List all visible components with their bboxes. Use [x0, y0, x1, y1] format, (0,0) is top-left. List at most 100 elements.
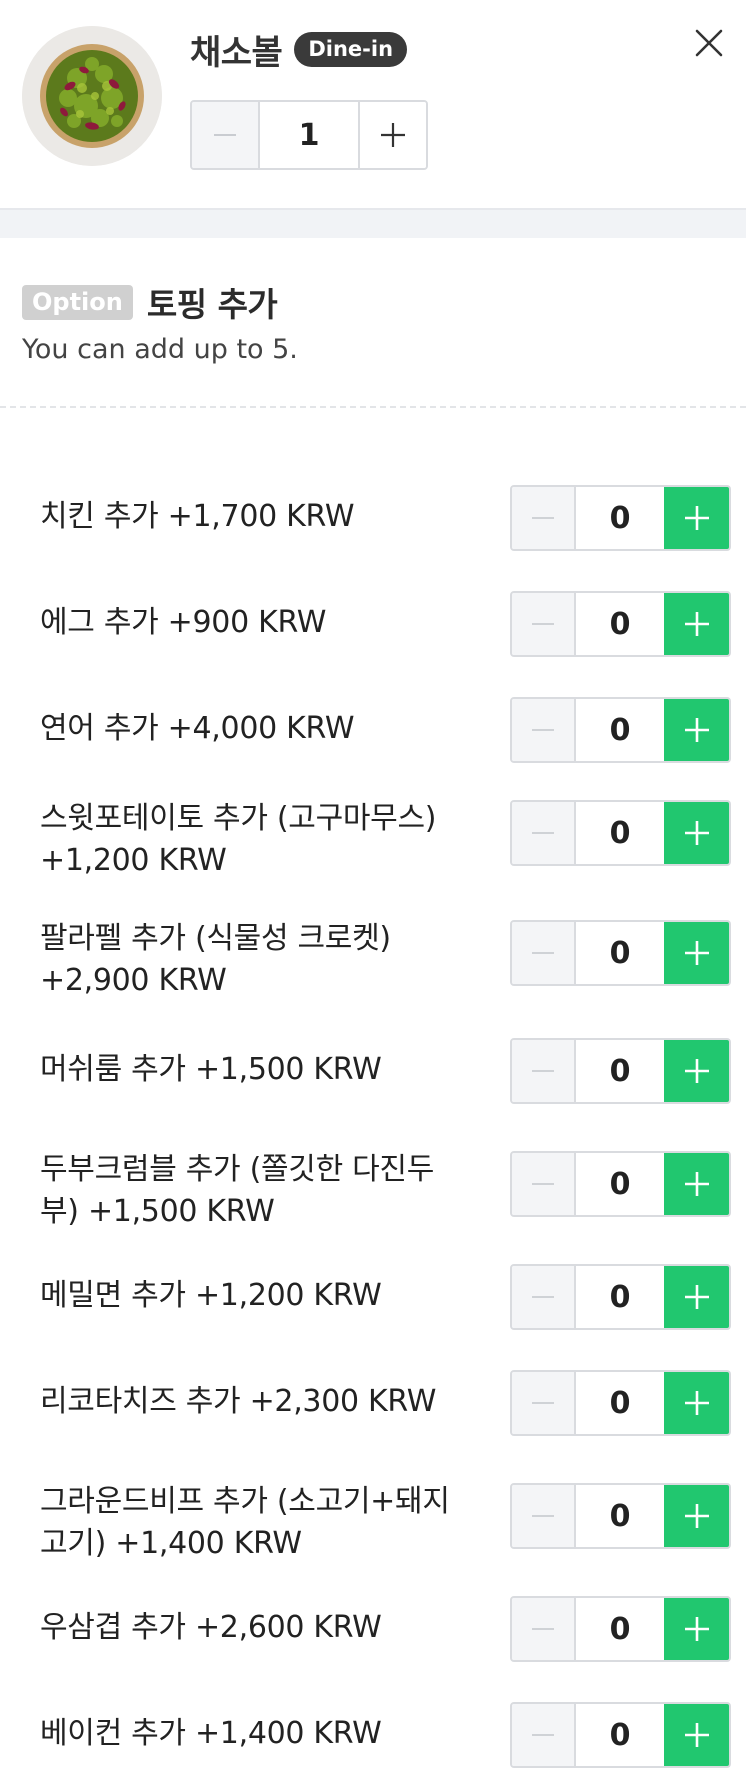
topping-label: 연어 추가 +4,000 KRW — [40, 711, 355, 746]
topping-increase-button[interactable] — [664, 1704, 729, 1766]
minus-icon — [531, 729, 554, 731]
topping-label: 그라운드비프 추가 (소고기+돼지고기) +1,400 KRW — [40, 1484, 450, 1561]
option-title-row: Option 토핑 추가 — [22, 278, 278, 326]
close-button[interactable] — [688, 22, 730, 64]
plus-icon — [684, 506, 709, 530]
minus-icon — [531, 952, 554, 954]
product-title-row: 채소볼 Dine-in — [190, 24, 408, 74]
topping-label: 스윗포테이토 추가 (고구마무스) +1,200 KRW — [40, 801, 437, 878]
topping-increase-button[interactable] — [664, 699, 729, 761]
minus-icon — [531, 1628, 554, 1630]
topping-quantity-stepper: 0 — [510, 697, 731, 763]
topping-label: 베이컨 추가 +1,400 KRW — [40, 1716, 382, 1751]
plus-icon — [684, 1617, 709, 1641]
plus-icon — [684, 718, 709, 742]
topping-quantity-value: 0 — [575, 1598, 665, 1660]
quantity-decrease-button[interactable] — [192, 102, 260, 168]
topping-increase-button[interactable] — [664, 1266, 729, 1328]
topping-quantity-value: 0 — [575, 802, 665, 864]
topping-increase-button[interactable] — [664, 1598, 729, 1660]
topping-increase-button[interactable] — [664, 1372, 729, 1434]
topping-decrease-button[interactable] — [512, 1704, 576, 1766]
minus-icon — [531, 1515, 554, 1517]
topping-quantity-stepper: 0 — [510, 485, 731, 551]
topping-decrease-button[interactable] — [512, 487, 576, 549]
salad-bowl-image — [22, 26, 162, 166]
topping-quantity-value: 0 — [575, 1040, 665, 1102]
topping-decrease-button[interactable] — [512, 802, 576, 864]
topping-quantity-stepper: 0 — [510, 1702, 731, 1768]
topping-quantity-value: 0 — [575, 1372, 665, 1434]
plus-icon — [684, 1723, 709, 1747]
minus-icon — [214, 134, 236, 136]
product-quantity-value: 1 — [260, 102, 360, 168]
topping-increase-button[interactable] — [664, 487, 729, 549]
topping-label: 두부크럼블 추가 (쫄깃한 다진두부) +1,500 KRW — [40, 1152, 435, 1229]
plus-icon — [684, 1504, 709, 1528]
topping-label: 머쉬룸 추가 +1,500 KRW — [40, 1052, 382, 1087]
minus-icon — [531, 1402, 554, 1404]
option-title: 토핑 추가 — [146, 285, 278, 324]
product-image — [22, 26, 162, 166]
option-description: You can add up to 5. — [22, 334, 298, 365]
topping-quantity-stepper: 0 — [510, 591, 731, 657]
topping-increase-button[interactable] — [664, 802, 729, 864]
plus-icon — [684, 1391, 709, 1415]
topping-label: 에그 추가 +900 KRW — [40, 605, 327, 640]
minus-icon — [531, 623, 554, 625]
topping-quantity-stepper: 0 — [510, 1038, 731, 1104]
section-separator — [0, 210, 746, 238]
topping-quantity-value: 0 — [575, 1704, 665, 1766]
topping-decrease-button[interactable] — [512, 593, 576, 655]
plus-icon — [684, 1059, 709, 1083]
topping-label: 메밀면 추가 +1,200 KRW — [40, 1278, 382, 1313]
topping-quantity-stepper: 0 — [510, 1151, 731, 1217]
plus-icon — [684, 612, 709, 636]
topping-quantity-value: 0 — [575, 699, 665, 761]
topping-label: 치킨 추가 +1,700 KRW — [40, 499, 355, 534]
topping-increase-button[interactable] — [664, 922, 729, 984]
topping-increase-button[interactable] — [664, 593, 729, 655]
minus-icon — [531, 1296, 554, 1298]
topping-decrease-button[interactable] — [512, 1598, 576, 1660]
topping-quantity-value: 0 — [575, 922, 665, 984]
product-title: 채소볼 — [190, 32, 283, 73]
topping-decrease-button[interactable] — [512, 922, 576, 984]
topping-quantity-value: 0 — [575, 1485, 665, 1547]
topping-quantity-value: 0 — [575, 487, 665, 549]
topping-decrease-button[interactable] — [512, 1485, 576, 1547]
plus-icon — [684, 1285, 709, 1309]
topping-decrease-button[interactable] — [512, 1153, 576, 1215]
topping-quantity-stepper: 0 — [510, 800, 731, 866]
topping-decrease-button[interactable] — [512, 1266, 576, 1328]
minus-icon — [531, 1070, 554, 1072]
topping-quantity-stepper: 0 — [510, 1370, 731, 1436]
product-header: 채소볼 Dine-in 1 — [0, 0, 746, 210]
topping-quantity-stepper: 0 — [510, 1596, 731, 1662]
plus-icon — [381, 123, 405, 147]
minus-icon — [531, 832, 554, 834]
minus-icon — [531, 517, 554, 519]
topping-quantity-value: 0 — [575, 593, 665, 655]
minus-icon — [531, 1183, 554, 1185]
topping-decrease-button[interactable] — [512, 1040, 576, 1102]
topping-increase-button[interactable] — [664, 1153, 729, 1215]
topping-increase-button[interactable] — [664, 1485, 729, 1547]
dine-in-badge: Dine-in — [294, 31, 408, 67]
topping-quantity-value: 0 — [575, 1153, 665, 1215]
dashed-divider — [0, 406, 746, 408]
topping-label: 팔라펠 추가 (식물성 크로켓) +2,900 KRW — [40, 921, 391, 998]
topping-label: 우삼겹 추가 +2,600 KRW — [40, 1610, 382, 1645]
topping-quantity-stepper: 0 — [510, 1264, 731, 1330]
product-quantity-stepper: 1 — [190, 100, 428, 170]
topping-quantity-value: 0 — [575, 1266, 665, 1328]
close-icon — [695, 29, 723, 57]
plus-icon — [684, 941, 709, 965]
quantity-increase-button[interactable] — [360, 102, 426, 168]
topping-increase-button[interactable] — [664, 1040, 729, 1102]
topping-decrease-button[interactable] — [512, 699, 576, 761]
topping-decrease-button[interactable] — [512, 1372, 576, 1434]
topping-quantity-stepper: 0 — [510, 920, 731, 986]
topping-label: 리코타치즈 추가 +2,300 KRW — [40, 1384, 437, 1419]
plus-icon — [684, 1172, 709, 1196]
